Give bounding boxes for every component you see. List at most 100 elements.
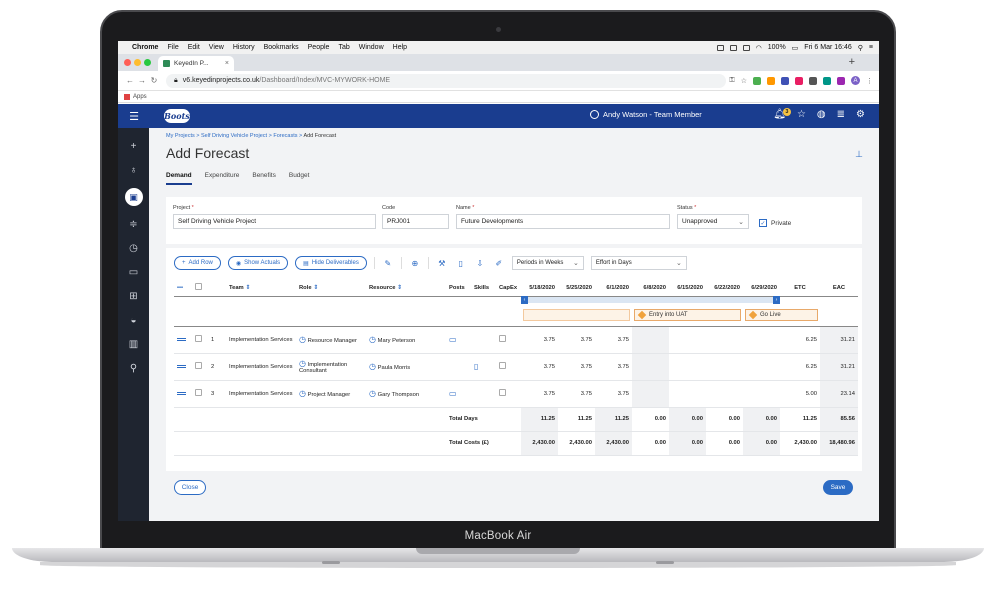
favorites-star-icon[interactable]: ☆	[797, 109, 806, 120]
week-cell[interactable]: 3.75	[595, 353, 632, 381]
skills-icon[interactable]	[471, 326, 496, 354]
milestone-go-live[interactable]: Go Live	[743, 304, 820, 327]
list-icon[interactable]: ≣	[837, 109, 845, 120]
more-menu-icon[interactable]: ⋮	[866, 77, 873, 85]
brand-logo[interactable]: Boots	[164, 109, 190, 123]
add-row-button[interactable]: + Add Row	[174, 256, 221, 270]
notifications-button[interactable]: 🔔︎ 3	[773, 108, 791, 120]
header-team[interactable]: Team ⇕	[226, 280, 296, 297]
week-cell[interactable]: 3.75	[595, 380, 632, 408]
extension-icon[interactable]	[823, 76, 831, 85]
clock-icon[interactable]: ◷	[129, 242, 138, 254]
select-all-checkbox[interactable]	[192, 280, 208, 297]
close-window-icon[interactable]	[124, 59, 131, 66]
browser-tab[interactable]: KeyedIn P... ×	[158, 56, 234, 71]
extension-icon[interactable]	[753, 76, 761, 85]
add-icon[interactable]: +	[131, 140, 137, 152]
apps-grid-icon[interactable]	[124, 93, 130, 100]
week-cell[interactable]	[743, 326, 780, 354]
row-checkbox[interactable]	[192, 380, 208, 408]
week-cell[interactable]	[706, 353, 743, 381]
battery-icon[interactable]: ▭	[792, 44, 799, 52]
week-cell[interactable]: 3.75	[558, 380, 595, 408]
edit-pencil-icon[interactable]: ✎	[382, 257, 394, 269]
hide-deliverables-button[interactable]: ▤ Hide Deliverables	[295, 256, 367, 270]
briefcase-icon[interactable]: ▣	[124, 188, 143, 206]
export-icon[interactable]: ⇩	[474, 257, 486, 269]
scroll-left-icon[interactable]: ‹	[521, 296, 528, 305]
user-menu[interactable]: Andy Watson - Team Member	[590, 110, 702, 119]
status-icon[interactable]	[716, 44, 724, 51]
menu-list-icon[interactable]: ≡	[869, 44, 873, 51]
effort-select[interactable]: Effort in Days ⌄	[590, 256, 687, 270]
week-cell[interactable]: 3.75	[521, 353, 558, 381]
lightbulb-icon[interactable]: ♁	[130, 164, 138, 176]
reload-icon[interactable]: ↻	[148, 76, 160, 85]
show-actuals-button[interactable]: ◉ Show Actuals	[227, 256, 289, 270]
globe-icon[interactable]: ◍	[817, 109, 826, 120]
bookmark-apps[interactable]: Apps	[133, 94, 147, 100]
tab-budget[interactable]: Budget	[289, 172, 310, 185]
menu-help[interactable]: Help	[393, 44, 407, 51]
hierarchy-icon[interactable]: ⊞	[129, 290, 137, 302]
forward-icon[interactable]: →	[136, 76, 148, 85]
posts-icon[interactable]: ▭	[446, 380, 471, 408]
periods-select[interactable]: Periods in Weeks ⌄	[511, 256, 584, 270]
menu-people[interactable]: People	[308, 44, 330, 51]
search-icon[interactable]: ⚲	[858, 44, 863, 52]
table-row[interactable]: 1 Implementation Services ◷ Resource Man…	[174, 326, 858, 354]
status-icon[interactable]	[729, 44, 737, 51]
menu-bookmarks[interactable]: Bookmarks	[264, 44, 299, 51]
back-icon[interactable]: ←	[124, 76, 136, 85]
tab-expenditure[interactable]: Expenditure	[205, 172, 240, 185]
drag-handle-icon[interactable]	[174, 353, 192, 381]
drag-handle-icon[interactable]	[174, 326, 192, 354]
menu-edit[interactable]: Edit	[188, 44, 200, 51]
week-cell[interactable]: 3.75	[521, 380, 558, 408]
status-icon[interactable]	[742, 44, 750, 51]
menu-chrome[interactable]: Chrome	[132, 44, 158, 51]
table-row[interactable]: 2 Implementation Services ◷ Implementati…	[174, 353, 858, 381]
extension-icon[interactable]	[837, 76, 845, 85]
row-resource[interactable]: ◷ Mary Peterson	[366, 326, 446, 354]
menu-view[interactable]: View	[209, 44, 224, 51]
timeline-scroller[interactable]: ‹ ›	[521, 296, 780, 305]
key-icon[interactable]: ⚿	[729, 77, 734, 85]
week-cell[interactable]: 3.75	[558, 353, 595, 381]
name-field[interactable]: Future Developments	[456, 214, 670, 229]
drag-handle-icon[interactable]	[174, 380, 192, 408]
menu-file[interactable]: File	[167, 44, 178, 51]
dashboard-gauge-icon[interactable]: ◒	[130, 314, 136, 326]
skills-icon[interactable]: ▯	[471, 353, 496, 381]
week-cell[interactable]: 3.75	[521, 326, 558, 354]
currency-icon[interactable]: ⊕	[409, 257, 421, 269]
scroll-right-icon[interactable]: ›	[773, 296, 780, 305]
week-cell[interactable]	[632, 380, 669, 408]
close-button[interactable]: Close	[174, 480, 206, 495]
capex-checkbox[interactable]	[496, 380, 521, 408]
extension-icon[interactable]	[781, 76, 789, 85]
header-resource[interactable]: Resource ⇕	[366, 280, 446, 297]
week-cell[interactable]: 3.75	[595, 326, 632, 354]
skills-icon[interactable]	[471, 380, 496, 408]
close-tab-icon[interactable]: ×	[225, 60, 229, 67]
week-cell[interactable]: 3.75	[558, 326, 595, 354]
milestone-uat[interactable]: Entry into UAT	[632, 304, 743, 327]
org-chart-icon[interactable]: ⊥	[855, 149, 863, 160]
bar-chart-icon[interactable]: ▥	[129, 338, 138, 350]
capex-checkbox[interactable]	[496, 326, 521, 354]
week-cell[interactable]	[632, 353, 669, 381]
project-field[interactable]: Self Driving Vehicle Project	[173, 214, 376, 229]
status-select[interactable]: Unapproved ⌄	[677, 214, 749, 229]
header-role[interactable]: Role ⇕	[296, 280, 366, 297]
week-cell[interactable]	[743, 353, 780, 381]
checkbox-checked-icon[interactable]: ✓	[759, 219, 767, 227]
breadcrumb-project[interactable]: Self Driving Vehicle Project	[201, 133, 267, 139]
wallet-icon[interactable]: ▭	[129, 266, 138, 278]
row-checkbox[interactable]	[192, 326, 208, 354]
wrench-icon[interactable]: ⚒	[436, 257, 448, 269]
extension-icon[interactable]	[795, 76, 803, 85]
address-bar[interactable]: 🔒︎ v6.keyedinprojects.co.uk/Dashboard/In…	[166, 73, 726, 88]
tab-benefits[interactable]: Benefits	[252, 172, 276, 185]
menu-history[interactable]: History	[233, 44, 255, 51]
